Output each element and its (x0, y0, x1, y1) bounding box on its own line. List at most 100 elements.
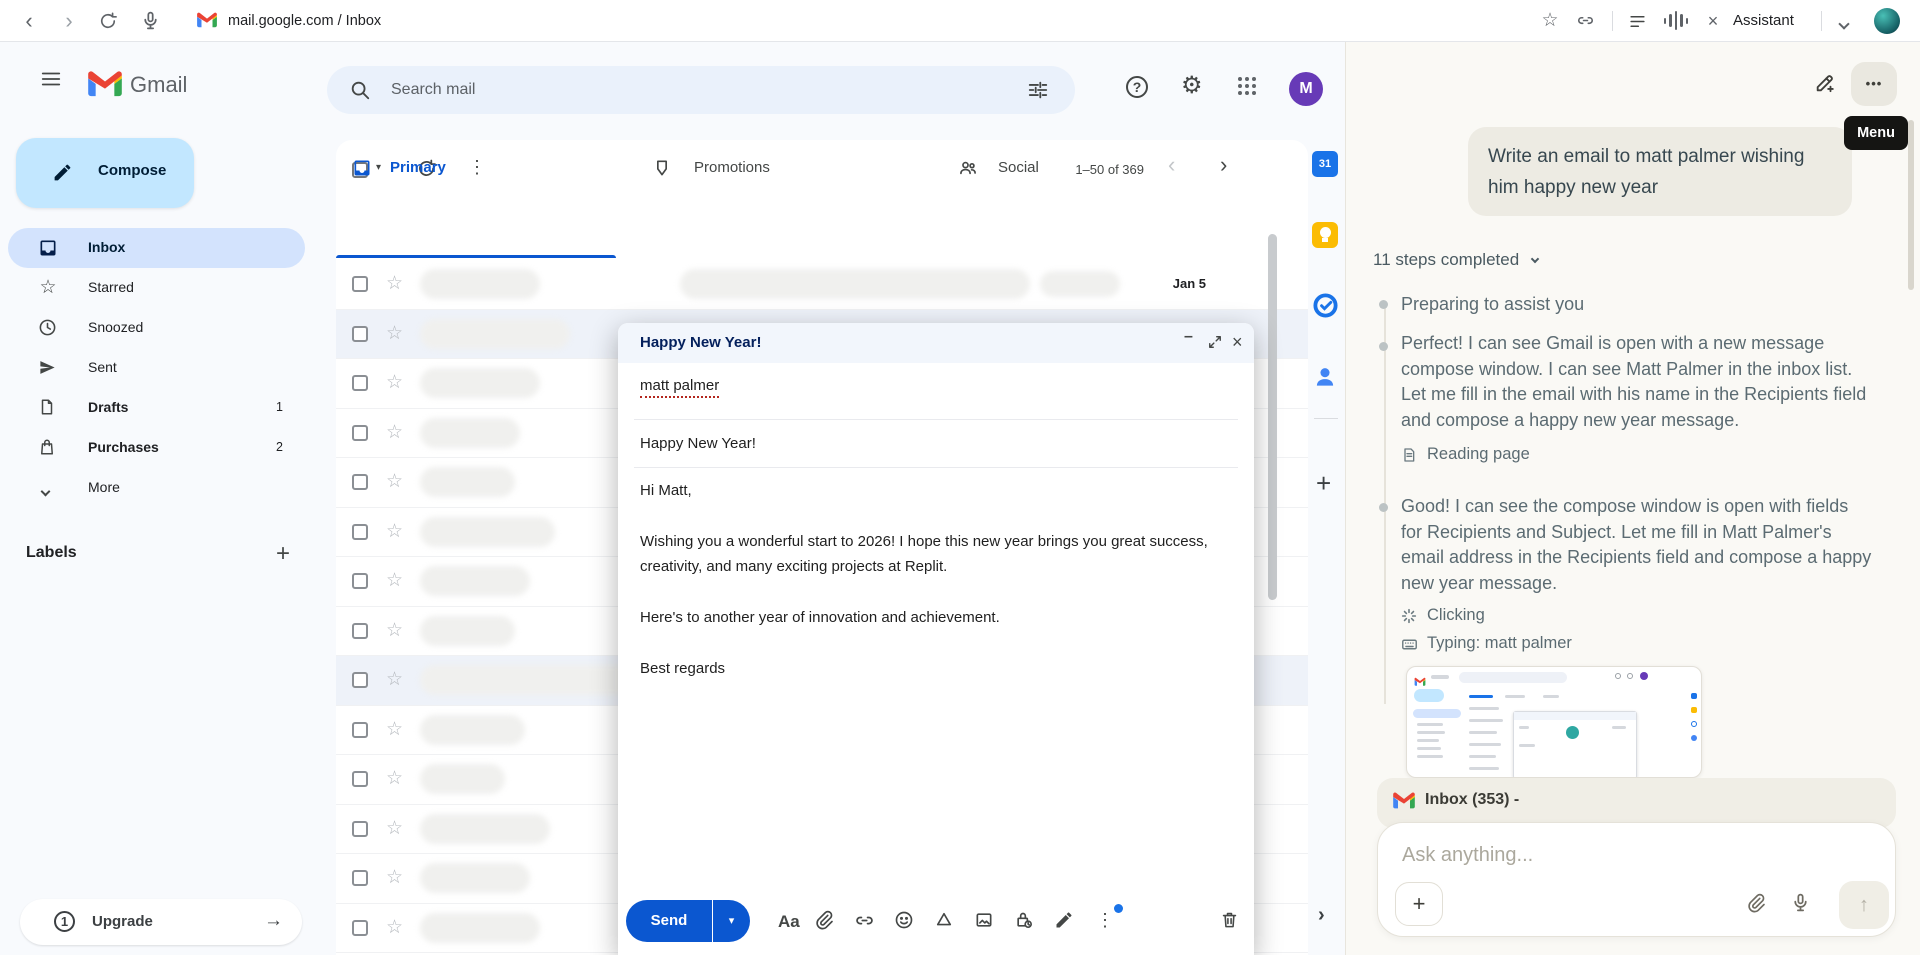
assistant-screenshot-thumbnail[interactable] (1406, 666, 1702, 778)
assistant-input[interactable] (1402, 839, 1802, 871)
get-addons-icon[interactable]: + (1316, 468, 1331, 499)
row-star-icon[interactable]: ☆ (386, 817, 403, 840)
message-body[interactable]: Hi Matt, Wishing you a wonderful start t… (640, 478, 1232, 707)
send-message-button[interactable]: ↑ (1839, 881, 1889, 929)
tab-primary[interactable]: Primary (336, 140, 616, 196)
row-checkbox[interactable] (352, 623, 368, 639)
row-star-icon[interactable]: ☆ (386, 668, 403, 691)
gmail-logo-icon[interactable] (86, 69, 124, 102)
row-checkbox[interactable] (352, 276, 368, 292)
row-checkbox[interactable] (352, 425, 368, 441)
row-checkbox[interactable] (352, 375, 368, 391)
add-label-icon[interactable]: + (276, 540, 290, 568)
row-star-icon[interactable]: ☆ (386, 916, 403, 939)
assistant-close-icon[interactable]: × (1698, 0, 1728, 42)
assistant-scrollbar[interactable] (1908, 120, 1914, 290)
action-reading-page[interactable]: Reading page (1401, 445, 1530, 467)
sidebar-item-inbox[interactable]: Inbox (8, 228, 305, 268)
close-compose-icon[interactable]: × (1232, 332, 1243, 353)
attach-file-icon[interactable] (814, 910, 836, 932)
tab-promotions[interactable]: Promotions (636, 140, 916, 196)
row-checkbox[interactable] (352, 474, 368, 490)
compose-header[interactable]: Happy New Year! – × (618, 323, 1254, 363)
row-star-icon[interactable]: ☆ (386, 718, 403, 741)
audio-waveform-icon[interactable] (1662, 0, 1690, 42)
row-checkbox[interactable] (352, 920, 368, 936)
drive-icon[interactable] (934, 910, 956, 932)
hide-side-panel-icon[interactable]: › (1318, 904, 1325, 927)
row-star-icon[interactable]: ☆ (386, 619, 403, 642)
confidential-mode-icon[interactable] (1014, 910, 1036, 932)
signature-pen-icon[interactable] (1054, 910, 1076, 932)
row-star-icon[interactable]: ☆ (386, 866, 403, 889)
voice-input-icon[interactable] (1790, 892, 1811, 913)
bookmark-star-icon[interactable]: ☆ (1535, 0, 1565, 42)
row-checkbox[interactable] (352, 771, 368, 787)
minimize-icon[interactable]: – (1184, 328, 1193, 346)
browser-reload-icon[interactable] (98, 11, 118, 31)
browser-back-icon[interactable]: ‹ (14, 0, 44, 42)
reading-list-icon[interactable] (1628, 12, 1647, 31)
browser-profile-avatar[interactable] (1874, 8, 1900, 34)
search-options-icon[interactable] (1027, 79, 1049, 101)
popout-icon[interactable] (1208, 335, 1222, 349)
insert-image-icon[interactable] (974, 910, 996, 932)
search-icon[interactable] (349, 79, 371, 101)
steps-summary-toggle[interactable]: 11 steps completed (1373, 250, 1538, 270)
send-button[interactable]: Send (626, 900, 712, 942)
calendar-icon[interactable]: 31 (1312, 151, 1340, 179)
sidebar-item-drafts[interactable]: Drafts 1 (8, 388, 305, 428)
attach-icon[interactable] (1746, 893, 1766, 913)
row-checkbox[interactable] (352, 672, 368, 688)
action-clicking[interactable]: Clicking (1401, 606, 1485, 628)
action-typing[interactable]: Typing: matt palmer (1401, 634, 1572, 656)
assistant-menu-button[interactable]: ••• (1851, 62, 1897, 106)
row-star-icon[interactable]: ☆ (386, 421, 403, 444)
discard-draft-icon[interactable] (1220, 910, 1242, 932)
apps-grid-icon[interactable] (1237, 76, 1257, 101)
insert-link-icon[interactable] (854, 910, 876, 932)
add-attachment-button[interactable]: + (1395, 882, 1443, 926)
row-checkbox[interactable] (352, 326, 368, 342)
insert-emoji-icon[interactable] (894, 910, 916, 932)
help-icon[interactable]: ? (1126, 76, 1148, 98)
row-checkbox[interactable] (352, 821, 368, 837)
link-icon[interactable] (1576, 11, 1595, 30)
subject-field[interactable]: Happy New Year! (640, 435, 756, 452)
upgrade-button[interactable]: 1 Upgrade → (20, 899, 302, 945)
tasks-icon[interactable] (1312, 292, 1340, 320)
mail-scrollbar[interactable] (1268, 234, 1277, 600)
account-avatar[interactable]: M (1289, 72, 1323, 106)
row-checkbox[interactable] (352, 524, 368, 540)
search-input[interactable] (391, 74, 951, 106)
row-star-icon[interactable]: ☆ (386, 569, 403, 592)
browser-forward-icon[interactable]: › (54, 0, 84, 42)
formatting-options-icon[interactable]: Aa (778, 912, 800, 934)
chevron-down-icon[interactable] (1840, 15, 1848, 33)
row-star-icon[interactable]: ☆ (386, 371, 403, 394)
row-star-icon[interactable]: ☆ (386, 767, 403, 790)
settings-gear-icon[interactable]: ⚙ (1181, 71, 1203, 100)
keep-icon[interactable] (1312, 222, 1340, 250)
main-menu-icon[interactable] (40, 68, 62, 90)
tab-social[interactable]: Social (942, 140, 1182, 196)
row-checkbox[interactable] (352, 573, 368, 589)
sidebar-item-starred[interactable]: ☆ Starred (8, 268, 305, 308)
row-checkbox[interactable] (352, 722, 368, 738)
sidebar-item-snoozed[interactable]: Snoozed (8, 308, 305, 348)
search-bar[interactable] (327, 66, 1075, 114)
recipients-field[interactable]: matt palmer (640, 377, 719, 398)
new-chat-icon[interactable] (1814, 72, 1836, 94)
email-row[interactable]: ☆ Jan 5 (336, 260, 1308, 310)
row-star-icon[interactable]: ☆ (386, 272, 403, 295)
sidebar-item-purchases[interactable]: Purchases 2 (8, 428, 305, 468)
older-page-icon[interactable]: › (1220, 152, 1227, 178)
sidebar-item-sent[interactable]: Sent (8, 348, 305, 388)
send-options-caret[interactable]: ▾ (713, 900, 750, 942)
browser-mic-icon[interactable] (140, 10, 161, 31)
more-send-options-icon[interactable]: ⋮ (1096, 910, 1114, 932)
row-star-icon[interactable]: ☆ (386, 470, 403, 493)
compose-button[interactable]: Compose (16, 138, 194, 208)
row-checkbox[interactable] (352, 870, 368, 886)
sidebar-item-more[interactable]: More (8, 468, 305, 508)
